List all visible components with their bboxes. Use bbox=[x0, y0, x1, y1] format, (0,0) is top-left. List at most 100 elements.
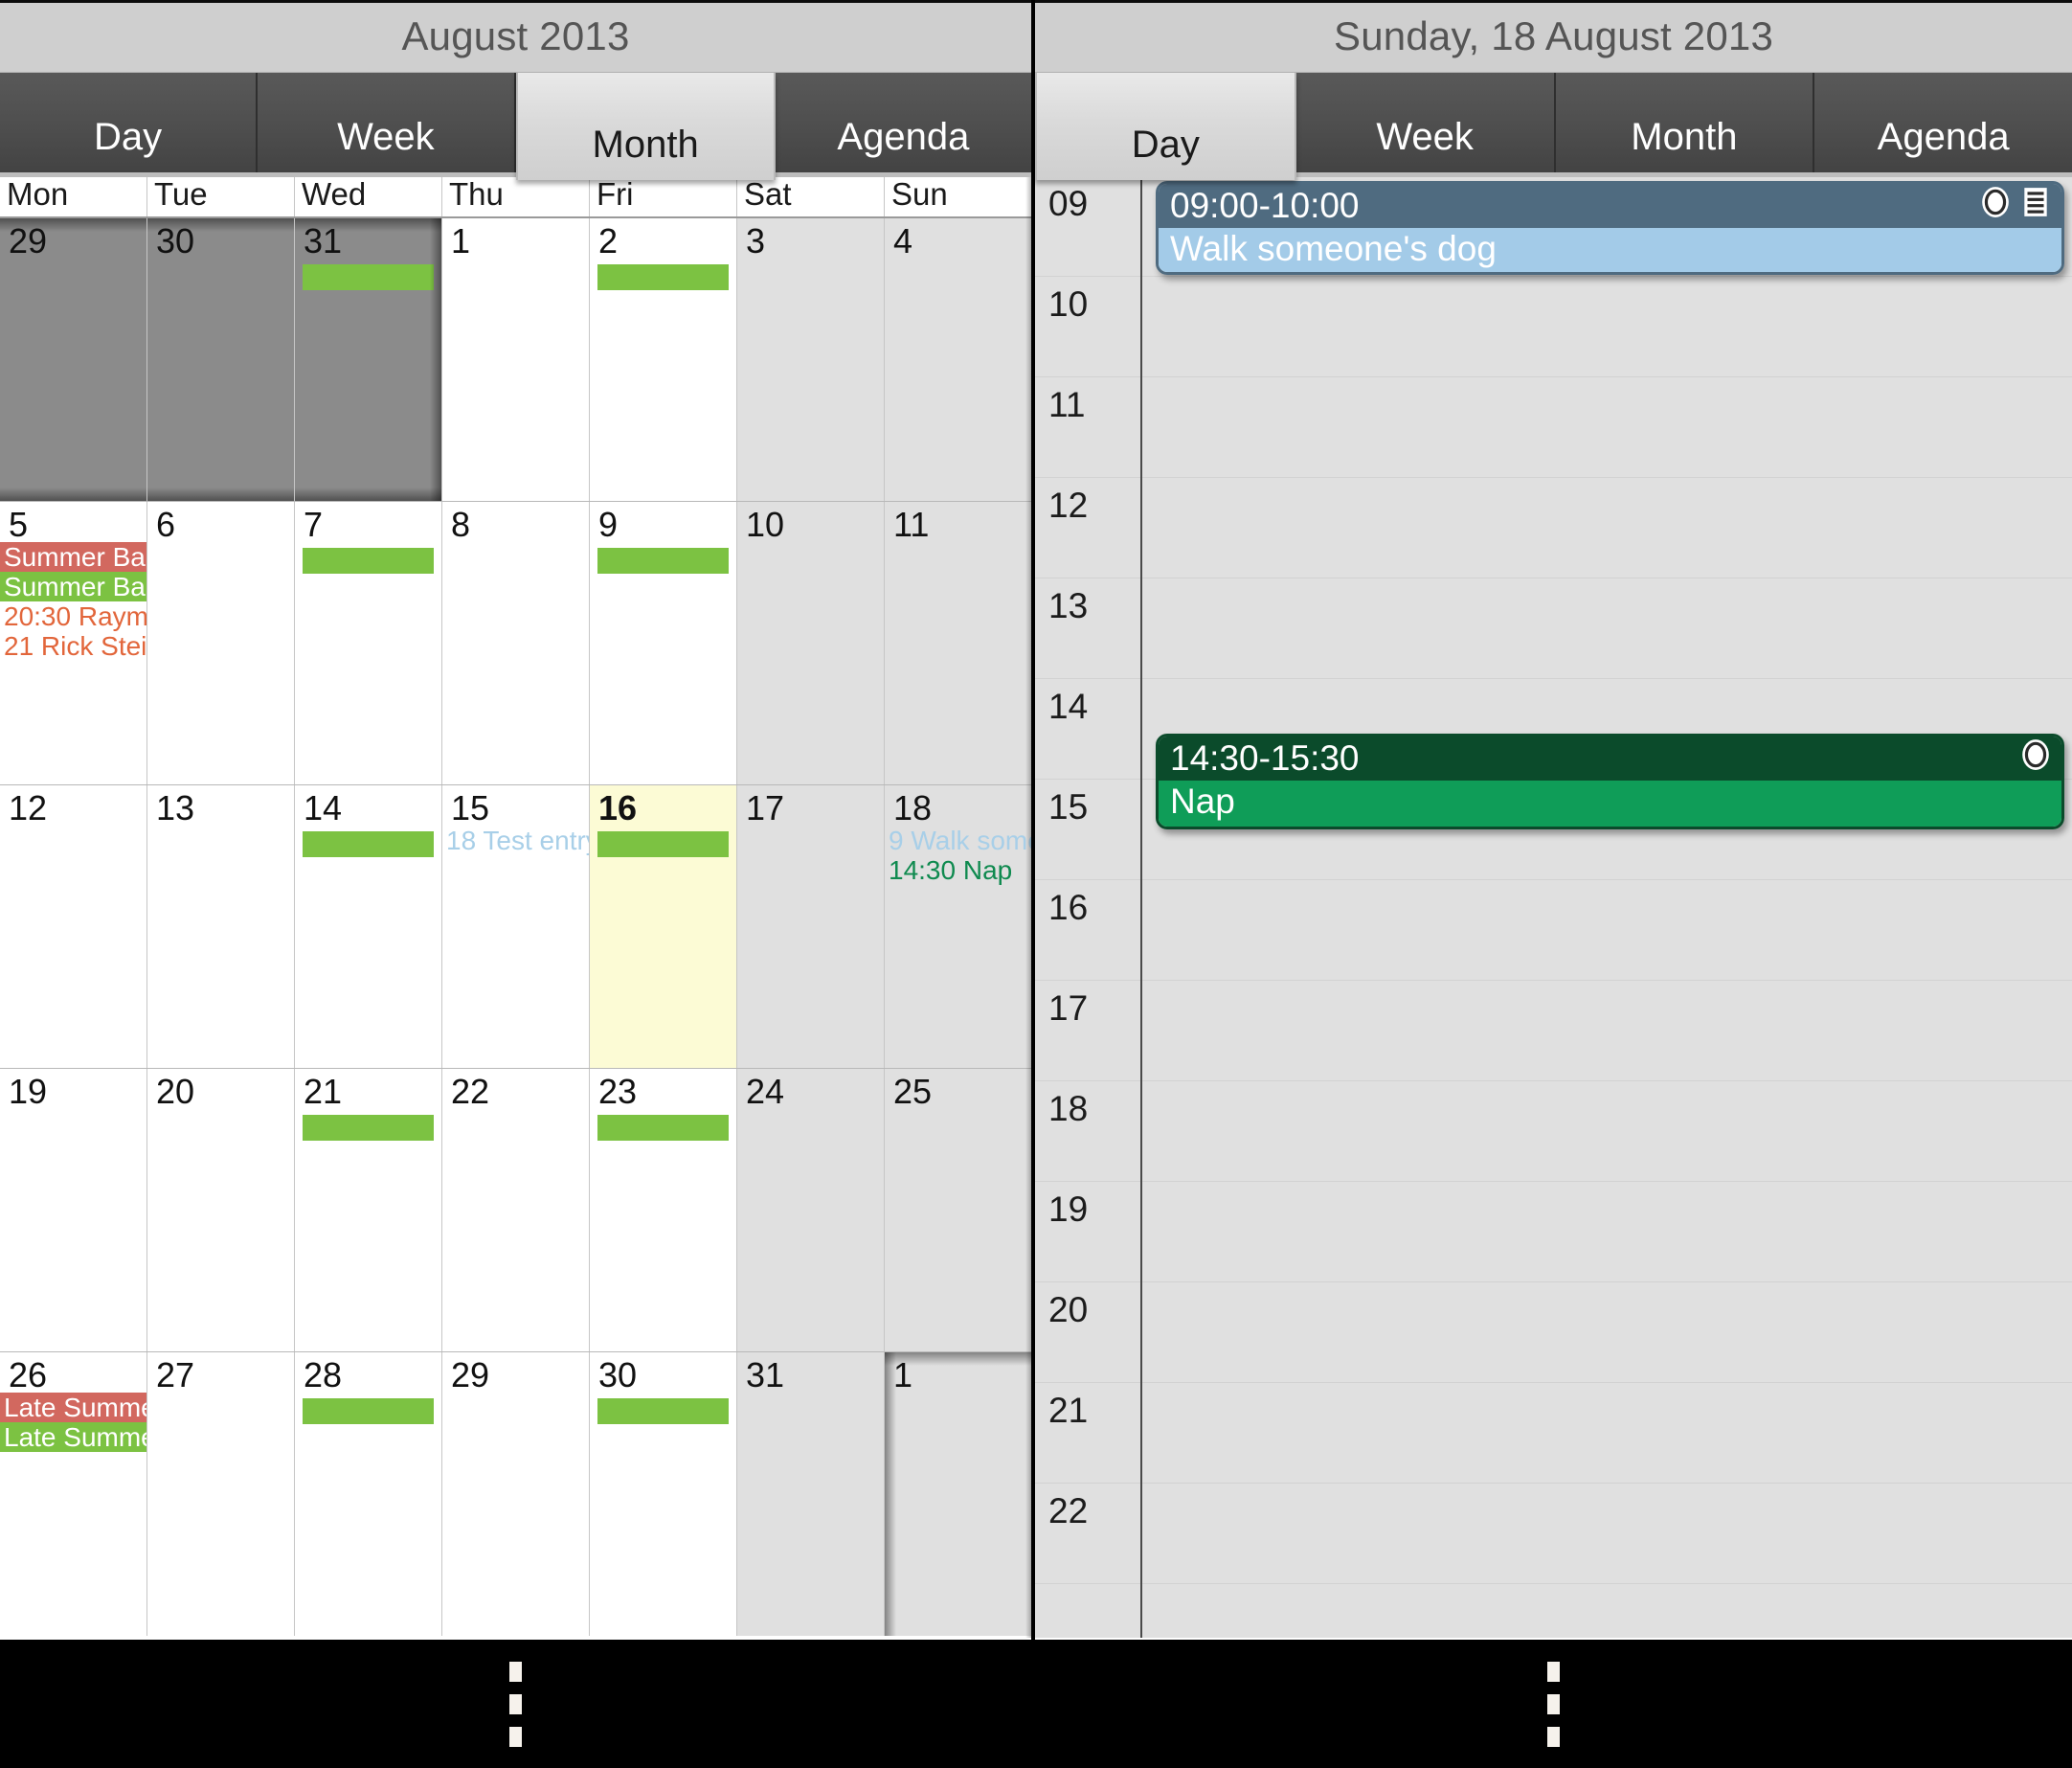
day-event[interactable]: 09:00-10:00 Walk someone's dog bbox=[1156, 181, 2064, 275]
day-cell-13[interactable]: 13 bbox=[147, 785, 295, 1068]
day-number: 23 bbox=[598, 1072, 638, 1111]
month-event[interactable]: Summer Bank bbox=[0, 572, 146, 601]
day-cell-31[interactable]: 31 bbox=[295, 218, 442, 501]
day-cell-24[interactable]: 24 bbox=[737, 1069, 885, 1351]
month-event[interactable]: 21 Rick Stein's bbox=[0, 631, 146, 661]
month-event[interactable]: Summer Bank bbox=[0, 542, 146, 572]
shade-top bbox=[0, 218, 146, 232]
day-tabbar: Day Week Month Agenda bbox=[1035, 73, 2072, 180]
event-bar[interactable] bbox=[597, 548, 729, 574]
event-bar[interactable] bbox=[303, 548, 434, 574]
day-number: 15 bbox=[451, 788, 490, 827]
event-bar[interactable] bbox=[303, 1398, 434, 1424]
day-cell-2[interactable]: 2 bbox=[590, 218, 737, 501]
month-event[interactable]: Late Summer bbox=[0, 1393, 146, 1422]
day-number: 3 bbox=[746, 221, 766, 261]
hour-label: 12 bbox=[1048, 486, 1089, 525]
tab-week-2[interactable]: Week bbox=[1295, 73, 1556, 172]
tab-agenda-2[interactable]: Agenda bbox=[1814, 73, 2072, 172]
navbar-right bbox=[1035, 1640, 2072, 1768]
overflow-menu-icon[interactable] bbox=[509, 1661, 522, 1747]
day-cell-19[interactable]: 19 bbox=[0, 1069, 147, 1351]
day-number: 13 bbox=[156, 788, 195, 827]
hour-grid[interactable]: 09:00-10:00 Walk someone's dog 14:30-15:30… bbox=[1140, 176, 2072, 1638]
hour-slot-11[interactable] bbox=[1142, 377, 2072, 478]
day-cell-5[interactable]: 5Summer BankSummer Bank20:30 Raymon21 Ri… bbox=[0, 502, 147, 784]
day-cell-29[interactable]: 29 bbox=[442, 1352, 590, 1636]
tab-month-2-label: Month bbox=[1631, 116, 1738, 158]
day-cell-14[interactable]: 14 bbox=[295, 785, 442, 1068]
day-cell-31[interactable]: 31 bbox=[737, 1352, 885, 1636]
day-cell-9[interactable]: 9 bbox=[590, 502, 737, 784]
day-number: 9 bbox=[598, 505, 619, 544]
hour-slot-13[interactable] bbox=[1142, 578, 2072, 679]
day-cell-10[interactable]: 10 bbox=[737, 502, 885, 784]
day-cell-3[interactable]: 3 bbox=[737, 218, 885, 501]
tab-day[interactable]: Day bbox=[0, 73, 259, 172]
day-cell-20[interactable]: 20 bbox=[147, 1069, 295, 1351]
hour-slot-19[interactable] bbox=[1142, 1182, 2072, 1282]
day-cell-28[interactable]: 28 bbox=[295, 1352, 442, 1636]
day-cell-26[interactable]: 26Late SummerLate Summer bbox=[0, 1352, 147, 1636]
event-bar[interactable] bbox=[303, 264, 434, 290]
hour-slot-18[interactable] bbox=[1142, 1081, 2072, 1182]
month-event[interactable]: 20:30 Raymon bbox=[0, 601, 146, 631]
day-cell-15[interactable]: 15 18 Test entry bbox=[442, 785, 590, 1068]
month-event[interactable]: 18 Test entry bbox=[442, 826, 589, 855]
hour-slot-22[interactable] bbox=[1142, 1484, 2072, 1584]
event-bar[interactable] bbox=[597, 1398, 729, 1424]
shade-right bbox=[430, 218, 441, 501]
shade-top bbox=[885, 1352, 1031, 1366]
month-event[interactable]: 9 Walk someone bbox=[885, 826, 1031, 855]
day-cell-12[interactable]: 12 bbox=[0, 785, 147, 1068]
day-event[interactable]: 14:30-15:30 Nap bbox=[1156, 734, 2064, 829]
day-timeline: 09 10 11 12 13 14 15 16 17 18 19 20 21 22 09:00-10:00… bbox=[1035, 172, 2072, 1638]
weekday-mon: Mon bbox=[0, 172, 147, 216]
hour-slot-17[interactable] bbox=[1142, 981, 2072, 1081]
day-cell-17[interactable]: 17 bbox=[737, 785, 885, 1068]
hour-row-14: 14 bbox=[1035, 679, 1140, 780]
day-cell-30[interactable]: 30 bbox=[147, 218, 295, 501]
tab-week[interactable]: Week bbox=[258, 73, 516, 172]
hour-label: 14 bbox=[1048, 687, 1089, 726]
hour-slot-10[interactable] bbox=[1142, 277, 2072, 377]
day-cell-7[interactable]: 7 bbox=[295, 502, 442, 784]
day-cell-16[interactable]: 16 bbox=[590, 785, 737, 1068]
notes-icon bbox=[2012, 186, 2052, 227]
hour-slot-16[interactable] bbox=[1142, 880, 2072, 981]
day-cell-8[interactable]: 8 bbox=[442, 502, 590, 784]
tab-month-2[interactable]: Month bbox=[1555, 73, 1815, 172]
tab-day-2[interactable]: Day bbox=[1035, 73, 1296, 180]
day-number: 17 bbox=[746, 788, 785, 827]
day-cell-1[interactable]: 1 bbox=[885, 1352, 1031, 1636]
tab-agenda[interactable]: Agenda bbox=[775, 73, 1031, 172]
event-bar[interactable] bbox=[597, 264, 729, 290]
hour-slot-12[interactable] bbox=[1142, 478, 2072, 578]
hour-slot-20[interactable] bbox=[1142, 1282, 2072, 1383]
event-bar[interactable] bbox=[597, 831, 729, 857]
day-cell-18[interactable]: 189 Walk someone14:30 Nap bbox=[885, 785, 1031, 1068]
day-cell-22[interactable]: 22 bbox=[442, 1069, 590, 1351]
day-cell-4[interactable]: 4 bbox=[885, 218, 1031, 501]
event-bar[interactable] bbox=[303, 1115, 434, 1141]
day-cell-11[interactable]: 11 bbox=[885, 502, 1031, 784]
day-cell-21[interactable]: 21 bbox=[295, 1069, 442, 1351]
hour-slot-21[interactable] bbox=[1142, 1383, 2072, 1484]
overflow-menu-icon-2[interactable] bbox=[1547, 1661, 1560, 1747]
day-cell-30[interactable]: 30 bbox=[590, 1352, 737, 1636]
day-cell-23[interactable]: 23 bbox=[590, 1069, 737, 1351]
month-event[interactable]: 14:30 Nap bbox=[885, 855, 1031, 885]
day-number: 16 bbox=[598, 788, 638, 827]
day-cell-29[interactable]: 29 bbox=[0, 218, 147, 501]
hour-label: 15 bbox=[1048, 787, 1089, 827]
day-number: 31 bbox=[746, 1355, 785, 1394]
day-cell-25[interactable]: 25 bbox=[885, 1069, 1031, 1351]
month-event[interactable]: Late Summer bbox=[0, 1422, 146, 1452]
event-bar[interactable] bbox=[597, 1115, 729, 1141]
day-cell-1[interactable]: 1 bbox=[442, 218, 590, 501]
tab-month[interactable]: Month bbox=[515, 73, 776, 180]
day-cell-27[interactable]: 27 bbox=[147, 1352, 295, 1636]
hour-row-18: 18 bbox=[1035, 1081, 1140, 1182]
day-cell-6[interactable]: 6 bbox=[147, 502, 295, 784]
event-bar[interactable] bbox=[303, 831, 434, 857]
